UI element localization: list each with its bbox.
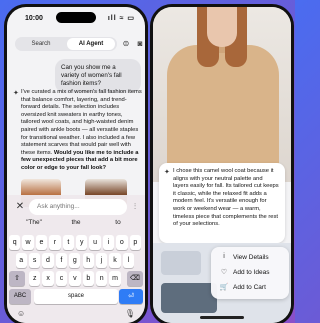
ai-message: I've curated a mix of women's fall fashi…	[21, 89, 143, 173]
abc-key[interactable]: ABC	[9, 289, 31, 304]
return-key[interactable]: ⏎	[119, 289, 143, 304]
menu-label: View Details	[233, 254, 269, 261]
key-l[interactable]: l	[122, 253, 135, 268]
keyboard: ✕ ⫶ "The" the to qwertyuiop asdfghjkl ⇧ …	[7, 195, 145, 323]
voice-wave-icon[interactable]: ⫶	[129, 201, 141, 213]
key-u[interactable]: u	[89, 235, 101, 250]
predictive-bar: "The" the to	[7, 219, 145, 231]
menu-view-details[interactable]: i View Details	[211, 250, 289, 265]
key-o[interactable]: o	[116, 235, 128, 250]
status-time: 10:00	[25, 15, 43, 22]
key-p[interactable]: p	[129, 235, 141, 250]
key-s[interactable]: s	[28, 253, 41, 268]
menu-label: Add to Ideas	[233, 269, 270, 276]
camera-icon[interactable]: ◙	[134, 38, 145, 50]
key-a[interactable]: a	[15, 253, 27, 268]
context-menu: i View Details ♡ Add to Ideas 🛒 Add to C…	[211, 247, 289, 299]
ask-input[interactable]	[29, 199, 127, 215]
space-key[interactable]: space	[34, 289, 118, 304]
tab-ai-agent[interactable]: AI Agent	[67, 38, 115, 50]
key-row-2: asdfghjkl	[9, 253, 143, 268]
key-r[interactable]: r	[49, 235, 61, 250]
key-x[interactable]: x	[42, 271, 54, 286]
dynamic-island	[56, 12, 96, 23]
key-i[interactable]: i	[102, 235, 115, 250]
ai-response-text: I chose this camel wool coat because it …	[173, 168, 279, 228]
key-d[interactable]: d	[42, 253, 54, 268]
key-h[interactable]: h	[82, 253, 94, 268]
key-k[interactable]: k	[109, 253, 121, 268]
suggestion-2[interactable]: the	[53, 219, 99, 226]
keyboard-bottom-bar: ☺ 🎙	[7, 309, 145, 321]
menu-label: Add to Cart	[233, 284, 266, 291]
cart-icon: 🛒	[219, 284, 229, 291]
key-c[interactable]: c	[55, 271, 68, 286]
key-j[interactable]: j	[95, 253, 108, 268]
product-photo[interactable]	[153, 7, 291, 185]
key-y[interactable]: y	[76, 235, 88, 250]
key-row-3: ⇧ ⌫ zxcvbnm	[9, 271, 143, 286]
status-icons: ıll ≈ ▭	[107, 15, 135, 22]
key-t[interactable]: t	[62, 235, 74, 250]
mode-segmented-control: Search AI Agent	[15, 37, 117, 51]
key-w[interactable]: w	[22, 235, 34, 250]
key-v[interactable]: v	[69, 271, 81, 286]
key-n[interactable]: n	[96, 271, 108, 286]
model-face	[207, 7, 237, 47]
key-f[interactable]: f	[55, 253, 68, 268]
blurred-tile	[161, 283, 217, 313]
key-m[interactable]: m	[109, 271, 121, 286]
key-row-4: ABC space ⏎	[9, 289, 143, 304]
chat-plus-icon[interactable]: ⊜	[120, 38, 132, 50]
suggestion-1[interactable]: "The"	[11, 219, 57, 226]
info-icon: i	[223, 253, 225, 260]
home-indicator	[200, 316, 244, 319]
status-bar: 10:00 ıll ≈ ▭	[7, 7, 145, 27]
tab-search[interactable]: Search	[17, 38, 65, 50]
heart-icon: ♡	[220, 269, 228, 276]
key-g[interactable]: g	[69, 253, 81, 268]
menu-add-to-cart[interactable]: 🛒 Add to Cart	[211, 280, 289, 295]
product-screen: ✦ I chose this camel wool coat because i…	[153, 7, 291, 323]
key-b[interactable]: b	[82, 271, 94, 286]
chat-screen: 10:00 ıll ≈ ▭ Search AI Agent ⊜ ◙ Can yo…	[7, 7, 145, 323]
delete-key[interactable]: ⌫	[127, 271, 143, 286]
ai-message-text: I've curated a mix of women's fall fashi…	[21, 89, 142, 156]
phone-left: 10:00 ıll ≈ ▭ Search AI Agent ⊜ ◙ Can yo…	[4, 4, 148, 323]
key-row-1: qwertyuiop	[9, 235, 143, 250]
key-q[interactable]: q	[9, 235, 21, 250]
menu-add-to-ideas[interactable]: ♡ Add to Ideas	[211, 265, 289, 280]
ai-response-card: ✦ I chose this camel wool coat because i…	[159, 163, 285, 243]
user-message-bubble: Can you show me a variety of women's fal…	[55, 59, 141, 93]
microphone-icon[interactable]: 🎙	[125, 309, 135, 318]
key-z[interactable]: z	[29, 271, 41, 286]
emoji-icon[interactable]: ☺	[17, 309, 25, 318]
ask-bar: ✕ ⫶	[11, 199, 141, 215]
ai-sparkle-icon: ✦	[13, 90, 19, 97]
close-icon[interactable]: ✕	[13, 200, 27, 214]
phone-right: ✦ I chose this camel wool coat because i…	[150, 4, 294, 323]
suggestion-3[interactable]: to	[95, 219, 141, 226]
key-e[interactable]: e	[35, 235, 48, 250]
ai-sparkle-icon: ✦	[164, 169, 170, 176]
blurred-tile	[161, 251, 201, 275]
shift-key[interactable]: ⇧	[9, 271, 25, 286]
